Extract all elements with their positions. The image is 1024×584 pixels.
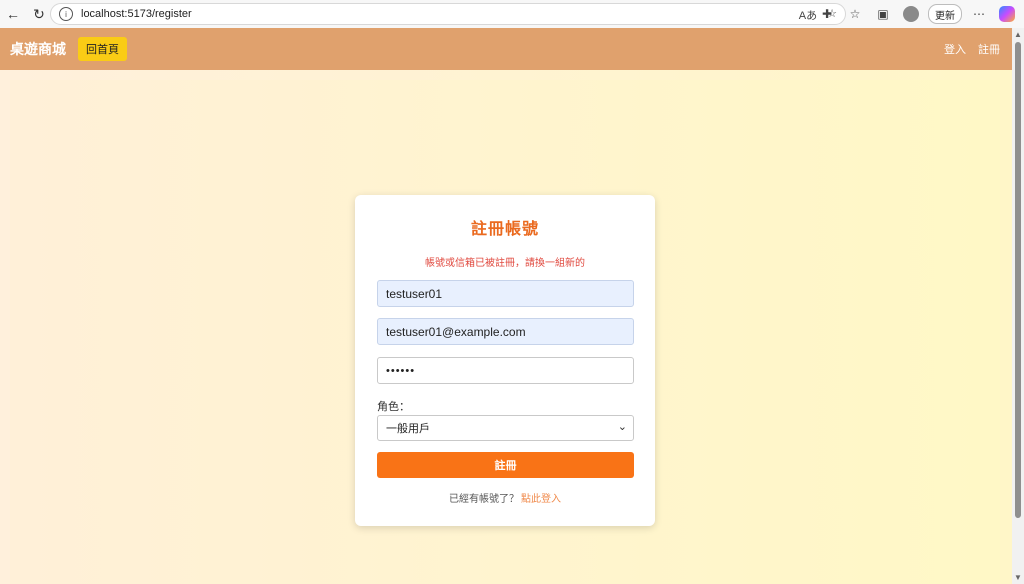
- read-aloud-icon[interactable]: Aあ: [799, 7, 817, 23]
- browser-toolbar: ← ↻ i localhost:5173/register Aあ ☆ ✚ ☆ ▣…: [0, 0, 1024, 29]
- register-card: 註冊帳號 帳號或信箱已被註冊，請換一組新的 testuser01 testuse…: [355, 195, 655, 526]
- address-bar[interactable]: i localhost:5173/register Aあ ☆: [50, 3, 846, 25]
- chevron-down-icon: ⌄: [617, 421, 627, 433]
- scroll-thumb[interactable]: [1015, 42, 1021, 518]
- role-label: 角色：: [377, 401, 410, 413]
- scroll-down-icon[interactable]: ▼: [1014, 573, 1022, 582]
- copilot-icon[interactable]: [996, 3, 1018, 25]
- home-button[interactable]: 回首頁: [78, 37, 127, 61]
- email-input[interactable]: testuser01@example.com: [377, 318, 634, 345]
- update-button[interactable]: 更新: [928, 4, 962, 24]
- scroll-up-icon[interactable]: ▲: [1014, 30, 1022, 39]
- email-value: testuser01@example.com: [386, 324, 526, 339]
- url-text: localhost:5173/register: [81, 8, 192, 20]
- favorites-icon[interactable]: ☆: [844, 3, 866, 25]
- login-link[interactable]: 點此登入: [521, 494, 561, 505]
- nav-register-link[interactable]: 註冊: [978, 41, 1000, 57]
- role-select[interactable]: 一般用戶 ⌄: [377, 415, 634, 441]
- site-info-icon[interactable]: i: [59, 7, 73, 21]
- app-header: 桌遊商城 回首頁 登入 註冊: [0, 28, 1012, 70]
- password-value: ••••••: [386, 364, 416, 377]
- login-prompt: 已經有帳號了？ 點此登入: [355, 490, 655, 505]
- login-prompt-text: 已經有帳號了？: [449, 494, 519, 505]
- reload-icon[interactable]: ↻: [26, 2, 52, 26]
- collections-icon[interactable]: ▣: [872, 3, 894, 25]
- profile-avatar[interactable]: [900, 3, 922, 25]
- password-input[interactable]: ••••••: [377, 357, 634, 384]
- top-nav: 登入 註冊: [944, 28, 1000, 70]
- extensions-icon[interactable]: ✚: [816, 3, 838, 25]
- username-value: testuser01: [386, 286, 443, 301]
- brand-title[interactable]: 桌遊商城: [10, 39, 66, 59]
- error-message: 帳號或信箱已被註冊，請換一組新的: [425, 258, 585, 269]
- page-scrollbar[interactable]: ▲ ▼: [1012, 28, 1024, 584]
- back-icon[interactable]: ←: [0, 2, 26, 26]
- username-input[interactable]: testuser01: [377, 280, 634, 307]
- role-selected-value: 一般用戶: [386, 423, 430, 435]
- more-menu-icon[interactable]: ⋯: [968, 3, 990, 25]
- nav-login-link[interactable]: 登入: [944, 41, 966, 57]
- form-title: 註冊帳號: [470, 221, 539, 238]
- register-submit-button[interactable]: 註冊: [377, 452, 634, 478]
